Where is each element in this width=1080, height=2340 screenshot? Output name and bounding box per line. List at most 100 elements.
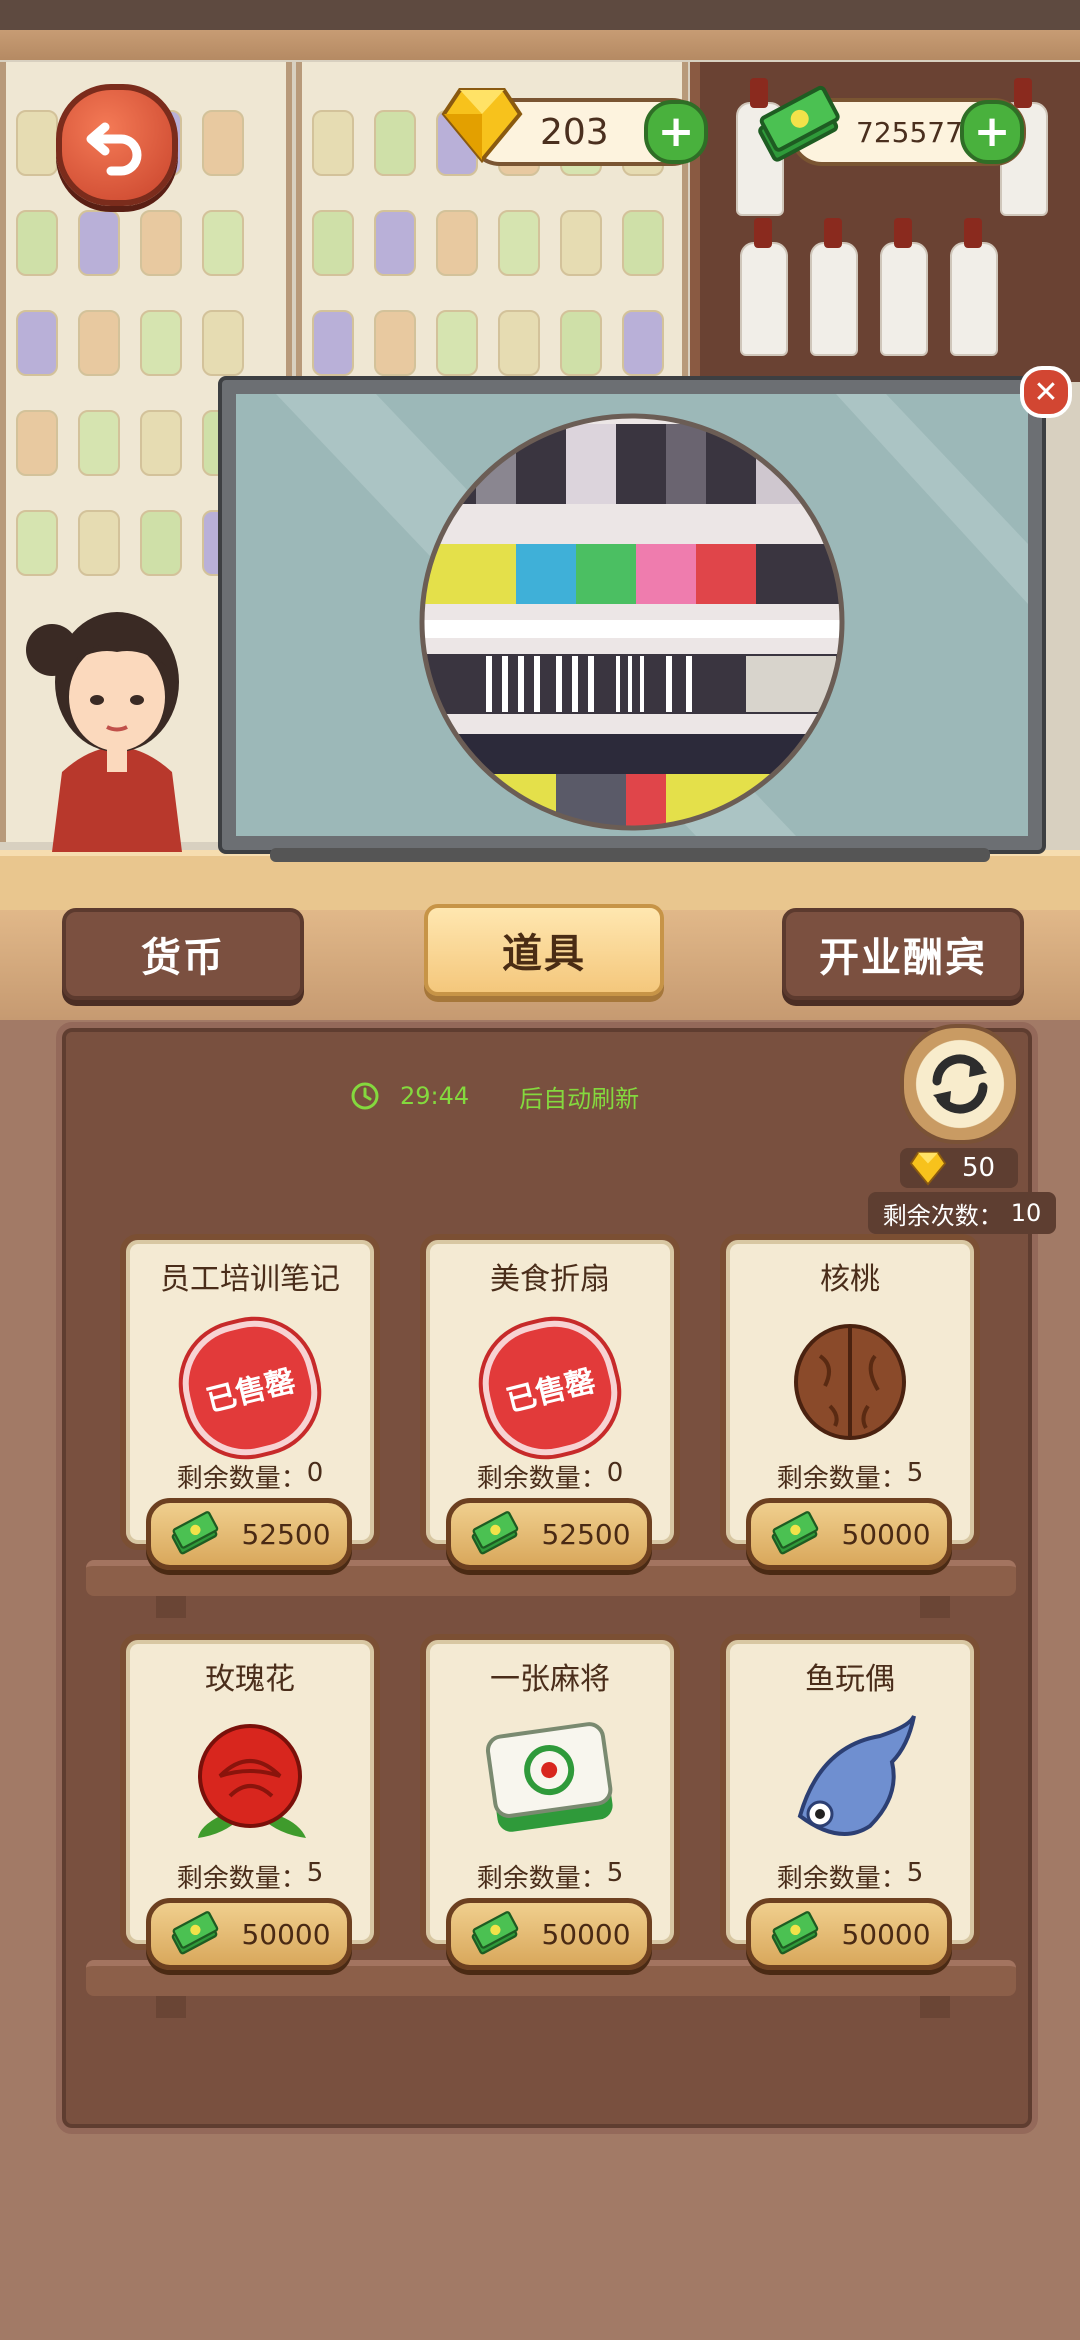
close-tv-button[interactable]: ✕	[1020, 366, 1072, 418]
qty-label: 剩余数量：	[476, 1464, 607, 1494]
shop-item-card[interactable]: 玫瑰花 剩余数量： 5 50000	[120, 1634, 380, 1970]
canned-goods	[140, 410, 182, 476]
qty-value: 5	[306, 1858, 324, 1888]
canned-goods	[202, 210, 244, 276]
cash-icon	[472, 1911, 519, 1955]
canned-goods	[560, 210, 602, 276]
shop-item-card[interactable]: 美食折扇 已售罄 剩余数量： 0 52500	[420, 1234, 680, 1570]
gem-count: 203	[540, 111, 609, 153]
canned-goods	[374, 210, 416, 276]
tab-items[interactable]: 道具	[424, 904, 664, 996]
canned-goods	[16, 310, 58, 376]
canned-goods	[140, 510, 182, 576]
gem-icon	[909, 1151, 947, 1186]
shop-item-card[interactable]: 员工培训笔记 已售罄 剩余数量： 0 52500	[120, 1234, 380, 1570]
canned-goods	[140, 310, 182, 376]
canned-goods	[498, 210, 540, 276]
tab-currency[interactable]: 货币	[62, 908, 304, 1000]
refresh-cost: 50	[900, 1148, 1018, 1188]
refresh-remaining-count: 10	[1010, 1199, 1042, 1227]
qty-label: 剩余数量：	[776, 1464, 907, 1494]
buy-button[interactable]: 52500	[446, 1498, 652, 1570]
tab-opening-promo-label: 开业酬宾	[819, 935, 987, 981]
item-quantity: 剩余数量： 5	[126, 1858, 374, 1895]
qty-value: 5	[906, 1458, 924, 1488]
canned-goods	[312, 310, 354, 376]
test-pattern-icon	[276, 394, 1028, 836]
buy-button[interactable]: 50000	[446, 1898, 652, 1970]
add-cash-button[interactable]: +	[960, 100, 1024, 164]
item-quantity: 剩余数量： 5	[726, 1858, 974, 1895]
canned-goods	[78, 510, 120, 576]
shopkeeper-avatar	[26, 612, 182, 852]
refresh-icon	[932, 1054, 988, 1114]
rose-icon	[198, 1724, 306, 1838]
cash-icon	[172, 1911, 219, 1955]
item-price: 52500	[541, 1517, 631, 1551]
refresh-timer: 29:44 后自动刷新	[350, 1076, 639, 1116]
qty-label: 剩余数量：	[476, 1864, 607, 1894]
canned-goods	[622, 310, 664, 376]
tv-stand	[270, 848, 990, 862]
shelf-leg	[156, 1996, 186, 2018]
clock-icon	[351, 1082, 379, 1110]
shop-item-card[interactable]: 鱼玩偶 剩余数量： 5 50000	[720, 1634, 980, 1970]
refresh-shop-button[interactable]	[900, 1024, 1020, 1144]
qty-value: 0	[306, 1458, 324, 1488]
refresh-remaining-label: 剩余次数：	[882, 1201, 1003, 1230]
item-quantity: 剩余数量： 0	[126, 1458, 374, 1495]
item-name: 员工培训笔记	[160, 1262, 340, 1297]
refresh-remaining: 剩余次数： 10	[868, 1192, 1056, 1234]
item-name: 玫瑰花	[205, 1662, 295, 1697]
canned-goods	[374, 310, 416, 376]
canned-goods	[312, 210, 354, 276]
item-quantity: 剩余数量： 5	[726, 1458, 974, 1495]
item-name: 一张麻将	[490, 1662, 610, 1697]
cash-icon	[472, 1511, 519, 1555]
mahjong-tile-icon	[485, 1722, 613, 1832]
timer-value: 29:44	[400, 1082, 470, 1110]
canned-goods	[312, 110, 354, 176]
back-button[interactable]	[56, 84, 178, 206]
canned-goods	[78, 410, 120, 476]
canned-goods	[560, 310, 602, 376]
item-name: 核桃	[820, 1262, 880, 1297]
item-name: 美食折扇	[490, 1262, 610, 1297]
walnut-icon	[794, 1324, 906, 1440]
item-quantity: 剩余数量： 5	[426, 1858, 674, 1895]
item-name: 鱼玩偶	[805, 1662, 895, 1697]
canned-goods	[140, 210, 182, 276]
shelf-leg	[156, 1596, 186, 1618]
buy-button[interactable]: 50000	[146, 1898, 352, 1970]
item-price: 50000	[841, 1517, 931, 1551]
item-price: 50000	[541, 1917, 631, 1951]
canned-goods	[78, 310, 120, 376]
buy-button[interactable]: 50000	[746, 1898, 952, 1970]
canned-goods	[16, 510, 58, 576]
qty-label: 剩余数量：	[176, 1464, 307, 1494]
cash-icon	[172, 1511, 219, 1555]
canned-goods	[202, 310, 244, 376]
fish-doll-icon	[797, 1715, 916, 1836]
canned-goods	[78, 210, 120, 276]
back-arrow-icon	[86, 122, 142, 176]
gem-icon	[441, 88, 523, 164]
tab-opening-promo[interactable]: 开业酬宾	[782, 908, 1024, 1000]
buy-button[interactable]: 52500	[146, 1498, 352, 1570]
add-gems-button[interactable]: +	[644, 100, 708, 164]
canned-goods	[374, 110, 416, 176]
qty-label: 剩余数量：	[776, 1864, 907, 1894]
qty-value: 5	[906, 1858, 924, 1888]
timer-suffix: 后自动刷新	[519, 1084, 640, 1113]
canned-goods	[436, 210, 478, 276]
cash-icon	[772, 1511, 819, 1555]
shop-item-card[interactable]: 核桃 剩余数量： 5 50000	[720, 1234, 980, 1570]
shop-item-card[interactable]: 一张麻将 剩余数量： 5 50000	[420, 1634, 680, 1970]
canned-goods	[498, 310, 540, 376]
item-price: 52500	[241, 1517, 331, 1551]
item-quantity: 剩余数量： 0	[426, 1458, 674, 1495]
qty-value: 0	[606, 1458, 624, 1488]
buy-button[interactable]: 50000	[746, 1498, 952, 1570]
cash-icon	[758, 85, 840, 162]
refresh-cost-value: 50	[962, 1153, 996, 1183]
